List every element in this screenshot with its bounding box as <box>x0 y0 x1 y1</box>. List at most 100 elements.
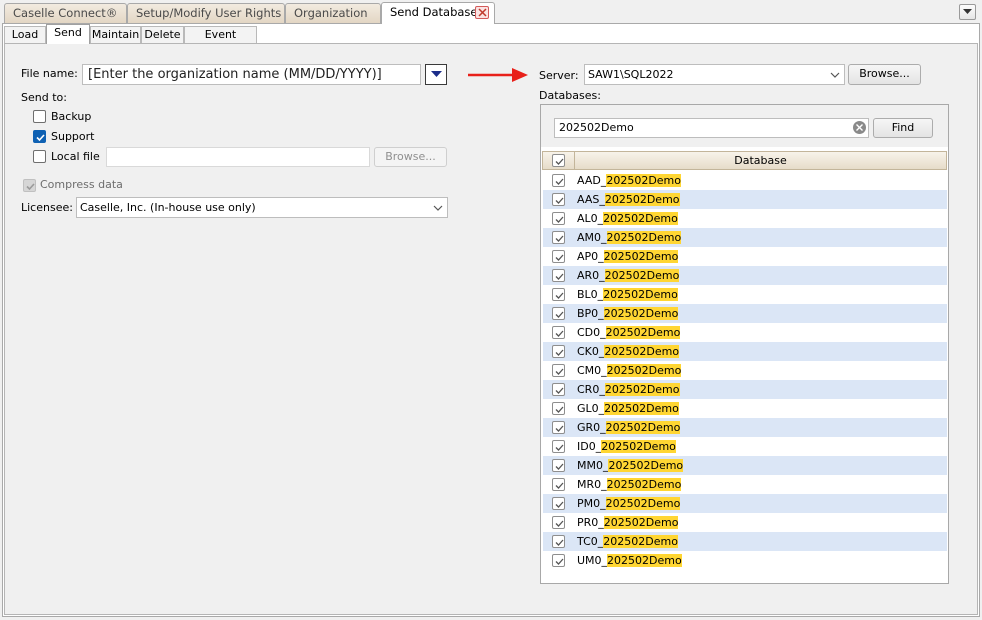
database-row[interactable]: CR0_202502Demo <box>543 380 947 399</box>
server-label: Server: <box>539 69 579 82</box>
tab-send[interactable]: Send <box>46 24 90 44</box>
database-row[interactable]: BP0_202502Demo <box>543 304 947 323</box>
database-row[interactable]: BL0_202502Demo <box>543 285 947 304</box>
local-file-path-input[interactable] <box>106 147 370 167</box>
database-row-checkbox[interactable] <box>552 250 565 263</box>
database-row-checkbox[interactable] <box>552 364 565 377</box>
database-name-prefix: GL0_ <box>577 402 605 415</box>
database-row[interactable]: AL0_202502Demo <box>543 209 947 228</box>
tab-caselle-connect[interactable]: Caselle Connect® <box>4 3 127 23</box>
compress-data-checkbox[interactable] <box>23 179 36 192</box>
database-row-checkbox[interactable] <box>552 174 565 187</box>
search-match-highlight: 202502Demo <box>608 459 684 472</box>
database-row-checkbox[interactable] <box>552 440 565 453</box>
find-button[interactable]: Find <box>873 118 933 138</box>
database-row[interactable]: AP0_202502Demo <box>543 247 947 266</box>
database-row[interactable]: AR0_202502Demo <box>543 266 947 285</box>
database-name: BP0_202502Demo <box>577 306 679 321</box>
search-match-highlight: 202502Demo <box>604 402 679 415</box>
database-row[interactable]: AM0_202502Demo <box>543 228 947 247</box>
database-name-prefix: AR0_ <box>577 269 605 282</box>
database-name: CD0_202502Demo <box>577 325 681 340</box>
database-row[interactable]: AAD_202502Demo <box>543 171 947 190</box>
support-checkbox[interactable] <box>33 130 46 143</box>
search-match-highlight: 202502Demo <box>603 288 678 301</box>
database-row-checkbox[interactable] <box>552 307 565 320</box>
checkmark-icon <box>555 273 564 280</box>
tab-label: Maintain <box>91 28 140 41</box>
file-name-dropdown-button[interactable] <box>425 64 447 85</box>
database-row-checkbox[interactable] <box>552 402 565 415</box>
database-row[interactable]: CK0_202502Demo <box>543 342 947 361</box>
tab-organization[interactable]: Organization <box>285 3 381 23</box>
backup-checkbox[interactable] <box>33 110 46 123</box>
backup-label: Backup <box>51 110 92 123</box>
database-row[interactable]: MM0_202502Demo <box>543 456 947 475</box>
database-row[interactable]: TC0_202502Demo <box>543 532 947 551</box>
tab-list-dropdown-icon[interactable] <box>959 4 976 20</box>
database-row-checkbox[interactable] <box>552 516 565 529</box>
database-row-checkbox[interactable] <box>552 212 565 225</box>
database-row-checkbox[interactable] <box>552 535 565 548</box>
database-name: AAD_202502Demo <box>577 173 682 188</box>
database-name: GR0_202502Demo <box>577 420 681 435</box>
database-row-checkbox[interactable] <box>552 269 565 282</box>
search-match-highlight: 202502Demo <box>603 307 679 320</box>
database-name: BL0_202502Demo <box>577 287 678 302</box>
file-name-value: [Enter the organization name (MM/DD/YYYY… <box>88 67 382 82</box>
tab-send-databases[interactable]: Send Databases <box>381 2 495 24</box>
database-row[interactable]: UM0_202502Demo <box>543 551 947 570</box>
tab-label: Caselle Connect® <box>13 6 118 20</box>
database-name-prefix: CM0_ <box>577 364 607 377</box>
tab-load[interactable]: Load <box>4 26 46 44</box>
database-name: CK0_202502Demo <box>577 344 680 359</box>
database-row[interactable]: PR0_202502Demo <box>543 513 947 532</box>
databases-label: Databases: <box>539 89 601 102</box>
checkmark-icon <box>555 292 564 299</box>
local-file-checkbox[interactable] <box>33 150 46 163</box>
database-row[interactable]: CD0_202502Demo <box>543 323 947 342</box>
licensee-select[interactable]: Caselle, Inc. (In-house use only) <box>76 197 448 218</box>
database-row-checkbox[interactable] <box>552 497 565 510</box>
database-search-input[interactable]: 202502Demo <box>554 118 869 138</box>
database-row-checkbox[interactable] <box>552 421 565 434</box>
file-name-input[interactable]: [Enter the organization name (MM/DD/YYYY… <box>82 64 421 85</box>
clear-search-icon[interactable] <box>853 121 866 134</box>
database-row-checkbox[interactable] <box>552 231 565 244</box>
database-row[interactable]: GR0_202502Demo <box>543 418 947 437</box>
database-row-checkbox[interactable] <box>552 345 565 358</box>
database-name-prefix: CK0_ <box>577 345 605 358</box>
database-row[interactable]: CM0_202502Demo <box>543 361 947 380</box>
server-select[interactable]: SAW1\SQL2022 <box>584 64 845 85</box>
database-row-checkbox[interactable] <box>552 383 565 396</box>
database-row-checkbox[interactable] <box>552 459 565 472</box>
database-name-prefix: CD0_ <box>577 326 606 339</box>
database-row[interactable]: AAS_202502Demo <box>543 190 947 209</box>
database-name-prefix: TC0_ <box>577 535 604 548</box>
chevron-down-icon <box>431 71 442 77</box>
database-row-checkbox[interactable] <box>552 326 565 339</box>
tab-delete[interactable]: Delete <box>141 26 184 44</box>
button-label: Find <box>891 121 915 134</box>
database-row[interactable]: ID0_202502Demo <box>543 437 947 456</box>
database-row[interactable]: MR0_202502Demo <box>543 475 947 494</box>
browse-local-file-button[interactable]: Browse... <box>374 147 447 167</box>
select-all-checkbox[interactable] <box>552 154 565 167</box>
database-row[interactable]: GL0_202502Demo <box>543 399 947 418</box>
database-row[interactable]: PM0_202502Demo <box>543 494 947 513</box>
database-row-checkbox[interactable] <box>552 554 565 567</box>
tab-event-viewer[interactable]: Event Viewer <box>184 26 257 57</box>
checkmark-icon <box>555 197 564 204</box>
database-column-header[interactable]: Database <box>575 152 946 169</box>
search-match-highlight: 202502Demo <box>604 269 680 282</box>
database-row-checkbox[interactable] <box>552 288 565 301</box>
database-row-checkbox[interactable] <box>552 193 565 206</box>
database-name: MM0_202502Demo <box>577 458 684 473</box>
tab-maintain[interactable]: Maintain <box>90 26 141 44</box>
tab-setup-modify-user-rights[interactable]: Setup/Modify User Rights <box>127 3 285 23</box>
browse-server-button[interactable]: Browse... <box>848 64 921 85</box>
database-name: CM0_202502Demo <box>577 363 682 378</box>
checkmark-icon <box>555 501 564 508</box>
database-row-checkbox[interactable] <box>552 478 565 491</box>
close-tab-icon[interactable] <box>475 6 489 19</box>
